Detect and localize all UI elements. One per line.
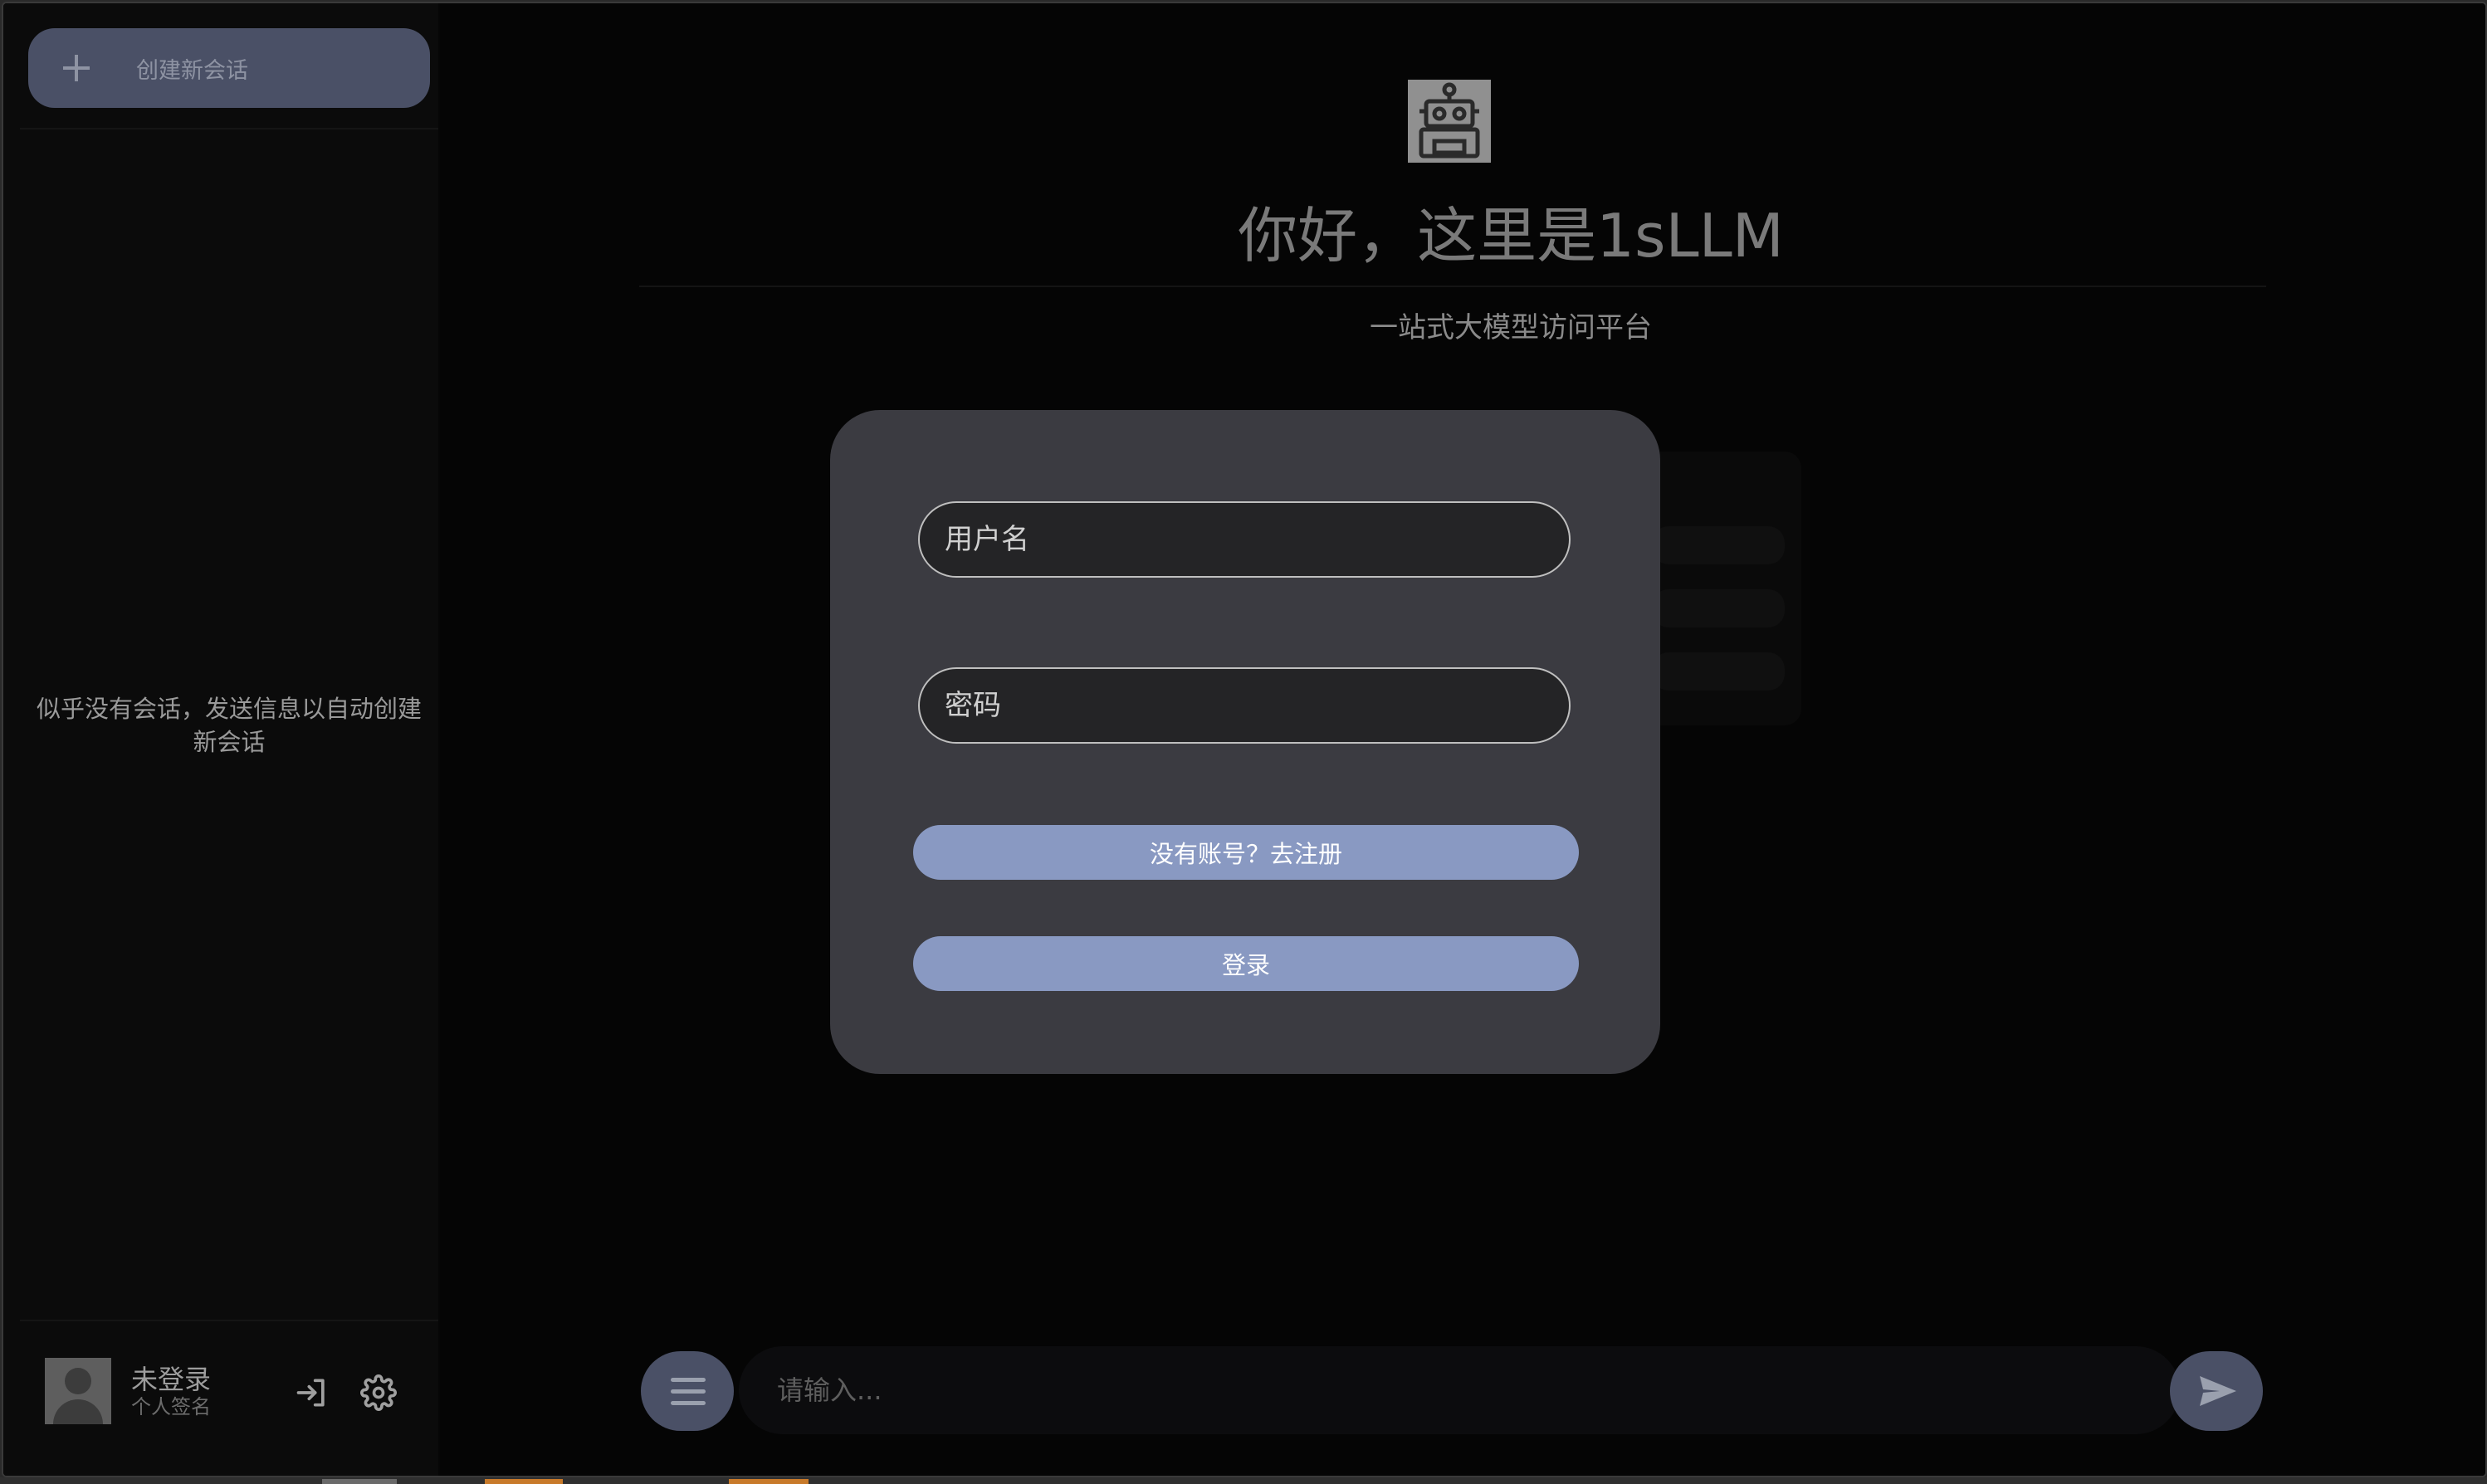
password-input[interactable] bbox=[918, 667, 1571, 744]
background-card-line bbox=[1652, 526, 1785, 564]
user-signature: 个人签名 bbox=[131, 1395, 211, 1418]
login-dialog: 没有账号？去注册 登录 bbox=[830, 410, 1660, 1074]
title-divider bbox=[639, 286, 2266, 287]
sidebar: 创建新会话 似乎没有会话，发送信息以自动创建新会话 未登录 个人签名 bbox=[3, 3, 438, 1476]
greeting-subtitle: 一站式大模型访问平台 bbox=[1370, 311, 1652, 344]
sidebar-divider-bottom bbox=[20, 1320, 438, 1321]
message-composer bbox=[739, 1346, 2180, 1434]
send-button[interactable] bbox=[2170, 1351, 2263, 1431]
chat-main: 你好，这里是1sLLM 一站式大模型访问平台 没有账号？去注册 登录 bbox=[440, 3, 2485, 1476]
robot-icon bbox=[1408, 80, 1491, 163]
user-profile: 未登录 个人签名 bbox=[45, 1356, 410, 1426]
username-input[interactable] bbox=[918, 501, 1571, 578]
sidebar-divider-top bbox=[20, 128, 438, 129]
plus-icon bbox=[60, 51, 93, 85]
new-chat-button[interactable]: 创建新会话 bbox=[28, 28, 430, 108]
message-input[interactable] bbox=[775, 1374, 2107, 1407]
login-button-label: 登录 bbox=[1221, 951, 1270, 979]
login-button[interactable]: 登录 bbox=[913, 936, 1579, 991]
login-icon[interactable] bbox=[294, 1374, 330, 1411]
menu-icon-bar bbox=[671, 1389, 706, 1394]
menu-icon bbox=[671, 1378, 706, 1382]
background-card-line bbox=[1652, 589, 1785, 627]
send-icon bbox=[2200, 1376, 2236, 1406]
menu-button[interactable] bbox=[641, 1351, 734, 1431]
user-info: 未登录 个人签名 bbox=[131, 1364, 211, 1418]
menu-icon-bar bbox=[671, 1401, 706, 1405]
register-button[interactable]: 没有账号？去注册 bbox=[913, 825, 1579, 880]
app-window: 创建新会话 似乎没有会话，发送信息以自动创建新会话 未登录 个人签名 你好，这里… bbox=[2, 2, 2487, 1477]
register-button-label: 没有账号？去注册 bbox=[1149, 840, 1342, 868]
taskbar-indicator bbox=[485, 1479, 563, 1484]
new-chat-label: 创建新会话 bbox=[136, 57, 248, 84]
empty-conversations-tip: 似乎没有会话，发送信息以自动创建新会话 bbox=[36, 695, 422, 756]
user-name: 未登录 bbox=[131, 1364, 212, 1395]
taskbar-indicator bbox=[729, 1479, 809, 1484]
gear-icon[interactable] bbox=[360, 1374, 397, 1411]
taskbar-indicator bbox=[322, 1479, 397, 1484]
background-card-line bbox=[1652, 652, 1785, 691]
user-avatar-icon[interactable] bbox=[45, 1358, 111, 1424]
greeting-title: 你好，这里是1sLLM bbox=[1238, 201, 1784, 271]
